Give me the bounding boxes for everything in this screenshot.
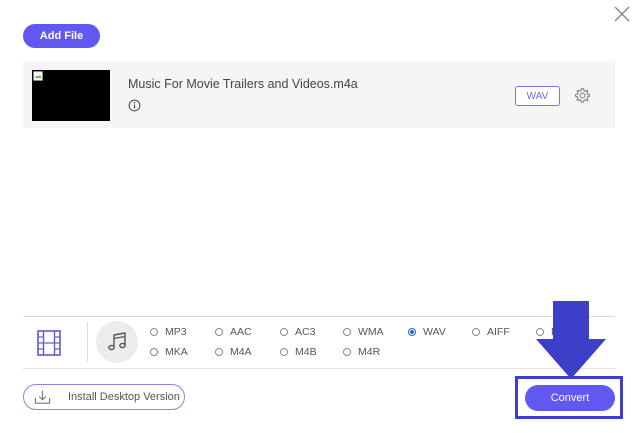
down-arrow-annotation-icon (536, 301, 606, 379)
format-option-mp3[interactable]: MP3 (150, 326, 187, 338)
format-option-aiff[interactable]: AIFF (472, 326, 510, 338)
format-label: MKA (165, 346, 188, 358)
format-option-wav[interactable]: WAV (408, 326, 446, 338)
format-option-m4a[interactable]: M4A (215, 346, 252, 358)
gear-icon[interactable] (574, 87, 591, 104)
format-label: M4A (230, 346, 252, 358)
music-note-icon (108, 332, 126, 351)
add-file-button[interactable]: Add File (23, 24, 100, 48)
convert-button[interactable]: Convert (525, 385, 615, 411)
format-option-ac3[interactable]: AC3 (280, 326, 315, 338)
radio-selected[interactable] (408, 328, 416, 336)
broken-image-icon (33, 71, 43, 81)
audio-format-tab[interactable] (96, 321, 138, 363)
format-label: WMA (358, 326, 384, 338)
radio[interactable] (280, 328, 288, 336)
radio[interactable] (150, 348, 158, 356)
radio[interactable] (215, 348, 223, 356)
radio[interactable] (150, 328, 158, 336)
radio[interactable] (215, 328, 223, 336)
converter-dialog: Add File Music For Movie Trailers and Vi… (0, 0, 640, 433)
format-label: AIFF (487, 326, 510, 338)
format-label: AAC (230, 326, 252, 338)
format-label: WAV (423, 326, 446, 338)
footer-divider (23, 368, 615, 369)
install-label: Install Desktop Version (68, 391, 180, 403)
download-icon (34, 390, 51, 404)
radio[interactable] (280, 348, 288, 356)
format-option-mka[interactable]: MKA (150, 346, 188, 358)
format-label: AC3 (295, 326, 316, 338)
format-option-wma[interactable]: WMA (343, 326, 384, 338)
format-option-m4r[interactable]: M4R (343, 346, 380, 358)
format-label: M4R (358, 346, 381, 358)
radio[interactable] (472, 328, 480, 336)
divider (23, 316, 615, 317)
format-option-m4b[interactable]: M4B (280, 346, 317, 358)
format-option-aac[interactable]: AAC (215, 326, 252, 338)
video-format-tab-icon[interactable] (36, 329, 62, 357)
file-row: Music For Movie Trailers and Videos.m4a … (23, 61, 615, 128)
radio[interactable] (343, 348, 351, 356)
file-thumbnail (32, 70, 110, 121)
install-desktop-button[interactable]: Install Desktop Version (23, 384, 185, 410)
radio[interactable] (343, 328, 351, 336)
output-format-badge[interactable]: WAV (515, 86, 560, 106)
tab-separator (87, 322, 88, 362)
format-label: MP3 (165, 326, 187, 338)
info-icon[interactable] (128, 99, 141, 112)
file-name: Music For Movie Trailers and Videos.m4a (128, 77, 358, 91)
format-label: M4B (295, 346, 317, 358)
close-icon[interactable] (612, 4, 632, 24)
